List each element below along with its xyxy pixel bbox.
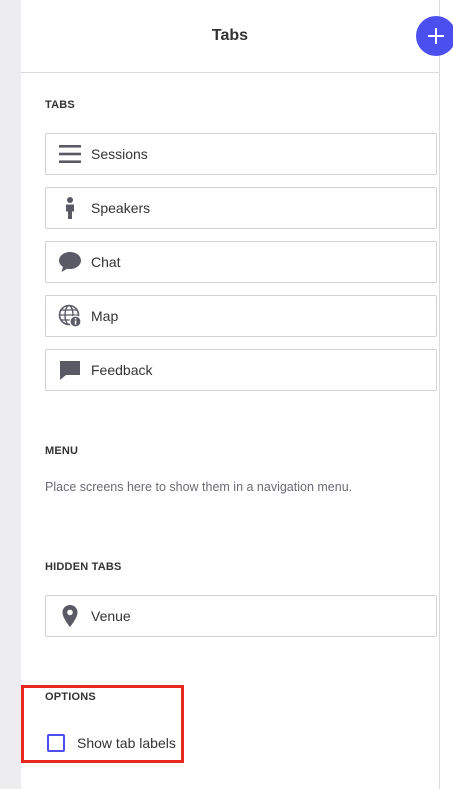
tab-item-label: Sessions <box>91 146 148 162</box>
show-tab-labels-option[interactable]: Show tab labels <box>47 734 176 752</box>
globe-info-icon <box>57 303 83 329</box>
plus-icon <box>428 28 444 44</box>
tabs-section-label: TABS <box>45 99 75 111</box>
tab-item-speakers[interactable]: Speakers <box>45 187 437 229</box>
tab-item-feedback[interactable]: Feedback <box>45 349 437 391</box>
right-gutter <box>440 0 453 789</box>
hidden-tab-item-venue[interactable]: Venue <box>45 595 437 637</box>
chat-bubble-icon <box>57 249 83 275</box>
tabs-panel: Tabs TABS Sessions Speakers Chat Map Fee… <box>21 0 453 789</box>
tab-item-label: Feedback <box>91 362 153 378</box>
tab-item-chat[interactable]: Chat <box>45 241 437 283</box>
tab-item-label: Venue <box>91 608 131 624</box>
show-tab-labels-label: Show tab labels <box>77 735 176 751</box>
tab-item-label: Chat <box>91 254 121 270</box>
person-icon <box>57 195 83 221</box>
page-title: Tabs <box>211 27 249 44</box>
left-gutter <box>0 0 21 789</box>
tab-item-map[interactable]: Map <box>45 295 437 337</box>
menu-drop-hint: Place screens here to show them in a nav… <box>45 480 353 494</box>
location-pin-icon <box>57 603 83 629</box>
panel-header: Tabs <box>21 0 453 73</box>
list-icon <box>57 141 83 167</box>
hidden-tabs-section-label: HIDDEN TABS <box>45 561 122 573</box>
add-tab-button[interactable] <box>416 16 453 56</box>
menu-section-label: MENU <box>45 445 79 457</box>
options-section-label: OPTIONS <box>45 691 96 703</box>
show-tab-labels-checkbox[interactable] <box>47 734 65 752</box>
tab-item-sessions[interactable]: Sessions <box>45 133 437 175</box>
feedback-icon <box>57 357 83 383</box>
tab-item-label: Speakers <box>91 200 151 216</box>
tab-item-label: Map <box>91 308 119 324</box>
